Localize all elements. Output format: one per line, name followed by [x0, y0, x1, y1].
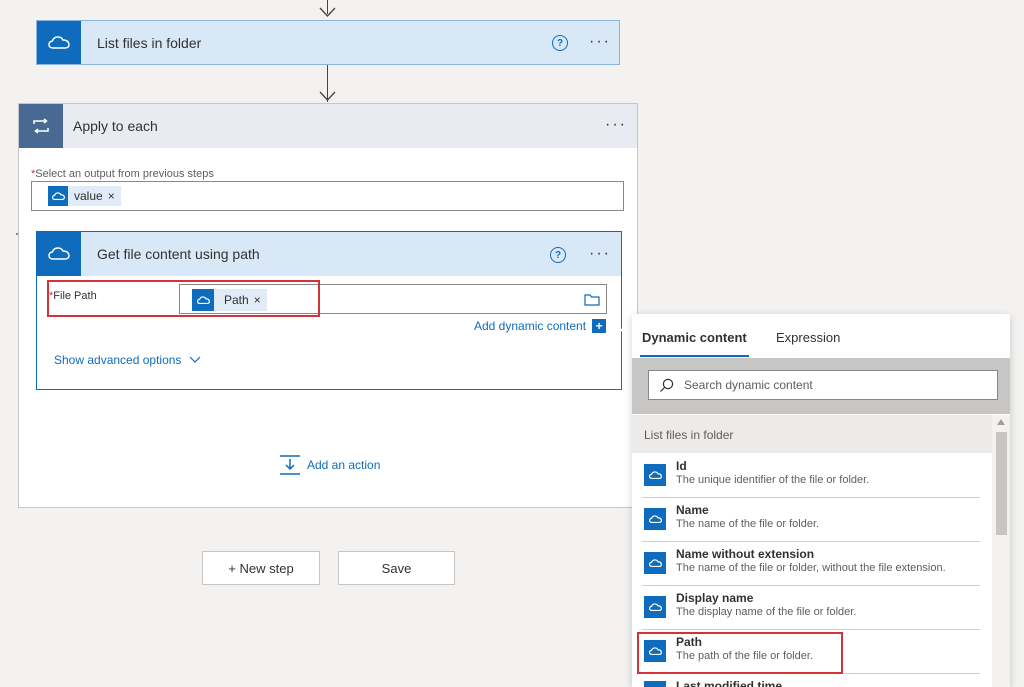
add-dynamic-content-link[interactable]: Add dynamic content +	[474, 319, 607, 333]
token-label: Path	[224, 293, 249, 307]
file-path-input[interactable]: Path ×	[179, 284, 607, 314]
item-description: The name of the file or folder, without …	[676, 562, 946, 574]
onedrive-icon	[644, 508, 666, 530]
add-dynamic-content-label: Add dynamic content	[474, 319, 587, 333]
onedrive-icon	[48, 186, 68, 206]
dynamic-item-name-without-extension[interactable]: Name without extension The name of the f…	[642, 541, 980, 586]
item-name: Name without extension	[676, 547, 815, 561]
token-remove-icon[interactable]: ×	[108, 189, 121, 203]
more-options-icon[interactable]: ···	[589, 33, 611, 51]
add-action-icon	[280, 455, 300, 475]
token-label: value	[74, 189, 103, 203]
onedrive-icon	[644, 464, 666, 486]
onedrive-icon	[644, 640, 666, 662]
item-name: Id	[676, 459, 687, 473]
chevron-down-icon	[190, 356, 201, 363]
onedrive-icon	[192, 289, 214, 311]
scroll-up-icon[interactable]	[997, 419, 1005, 425]
item-name: Last modified time	[676, 679, 783, 687]
section-header: List files in folder	[632, 415, 992, 453]
dynamic-content-panel: Dynamic content Expression Search dynami…	[632, 314, 1010, 687]
onedrive-icon	[37, 21, 81, 64]
dynamic-item-id[interactable]: Id The unique identifier of the file or …	[642, 453, 980, 498]
item-description: The display name of the file or folder.	[676, 606, 857, 618]
scrollbar-thumb[interactable]	[996, 432, 1007, 535]
dynamic-item-path[interactable]: Path The path of the file or folder.	[642, 629, 980, 674]
tab-dynamic-content[interactable]: Dynamic content	[642, 324, 747, 351]
help-icon[interactable]: ?	[552, 35, 568, 51]
section-title: List files in folder	[644, 428, 734, 442]
panel-scrollbar[interactable]	[992, 415, 1010, 687]
search-placeholder: Search dynamic content	[684, 378, 813, 392]
save-button[interactable]: Save	[338, 551, 455, 585]
step-get-file-content: Get file content using path ? ··· *File …	[36, 231, 622, 390]
onedrive-icon	[37, 232, 81, 276]
help-icon[interactable]: ?	[550, 247, 566, 263]
step-title: Get file content using path	[97, 246, 260, 262]
onedrive-icon	[644, 681, 666, 687]
search-icon	[660, 378, 674, 392]
file-path-label: *File Path	[49, 290, 97, 302]
step-title: List files in folder	[97, 34, 202, 51]
apply-to-each-header[interactable]: Apply to each ···	[19, 104, 637, 148]
connector-arrow-top	[319, 7, 336, 17]
path-token[interactable]: Path ×	[192, 289, 267, 311]
search-input[interactable]: Search dynamic content	[648, 370, 998, 400]
connector-arrow-middle	[319, 91, 336, 101]
show-advanced-options-link[interactable]: Show advanced options	[54, 353, 201, 367]
dynamic-item-last-modified-time[interactable]: Last modified time	[642, 673, 980, 687]
item-description: The name of the file or folder.	[676, 518, 820, 530]
item-name: Path	[676, 635, 703, 649]
item-description: The unique identifier of the file or fol…	[676, 474, 870, 486]
onedrive-icon	[644, 552, 666, 574]
value-token[interactable]: value ×	[48, 186, 121, 206]
token-remove-icon[interactable]: ×	[254, 293, 267, 307]
dynamic-item-display-name[interactable]: Display name The display name of the fil…	[642, 585, 980, 630]
item-description: The path of the file or folder.	[676, 650, 813, 662]
active-tab-underline	[640, 355, 749, 357]
show-advanced-label: Show advanced options	[54, 353, 182, 367]
item-name: Display name	[676, 591, 754, 605]
loop-icon	[19, 104, 63, 148]
step-list-files-in-folder[interactable]: List files in folder ? ···	[36, 20, 620, 65]
add-action-button[interactable]: Add an action	[279, 454, 380, 476]
tab-expression[interactable]: Expression	[776, 324, 840, 351]
step-title: Apply to each	[73, 118, 158, 134]
item-name: Name	[676, 503, 709, 517]
more-options-icon[interactable]: ···	[589, 245, 611, 263]
dynamic-item-name[interactable]: Name The name of the file or folder.	[642, 497, 980, 542]
get-file-header[interactable]: Get file content using path ? ···	[37, 232, 621, 276]
search-area: Search dynamic content	[632, 358, 1010, 414]
output-select-input[interactable]: value ×	[31, 181, 624, 211]
folder-icon[interactable]	[584, 293, 600, 306]
more-options-icon[interactable]: ···	[605, 116, 627, 134]
onedrive-icon	[644, 596, 666, 618]
new-step-button[interactable]: + New step	[202, 551, 320, 585]
output-field-label: *Select an output from previous steps	[31, 168, 214, 180]
add-dynamic-plus-icon: +	[592, 319, 607, 333]
add-action-label: Add an action	[307, 458, 381, 472]
